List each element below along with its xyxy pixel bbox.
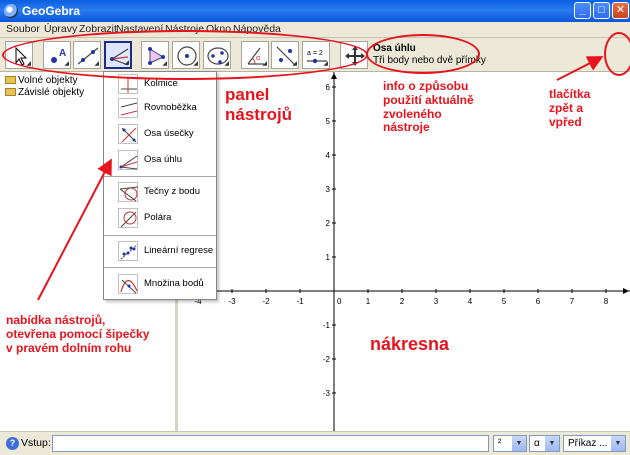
y-tick-label: -3: [323, 389, 331, 398]
annotation-undo-redo: tlačítka zpět a vpřed: [549, 87, 591, 129]
commands-combo[interactable]: Příkaz ... ▼: [563, 435, 626, 452]
tree-item-label: Volné objekty: [18, 75, 78, 86]
x-tick-label: -2: [262, 297, 270, 306]
tool-menu-item-mnozina-bodu[interactable]: Množina bodů: [104, 272, 216, 296]
tool-menu-item-rovnobezka[interactable]: Rovnoběžka: [104, 96, 216, 120]
x-tick-label: 2: [400, 297, 405, 306]
y-tick-label: 6: [326, 83, 331, 92]
close-button[interactable]: ✕: [612, 2, 629, 19]
x-axis-arrow: [623, 288, 629, 294]
greek-combo[interactable]: α ▼: [529, 435, 560, 452]
tool-menu: Kolmice Rovnoběžka Osa úsečky Osa úhlu T…: [103, 71, 217, 300]
tool-menu-item-polara[interactable]: Polára: [104, 206, 216, 230]
y-tick-label: 3: [326, 185, 331, 194]
chevron-down-icon: ▼: [512, 436, 526, 451]
x-tick-label: 0: [337, 297, 342, 306]
tool-menu-label: Tečny z bodu: [144, 186, 200, 197]
tool-menu-label: Osa úhlu: [144, 154, 183, 165]
locus-icon: [118, 274, 138, 294]
input-label: Vstup:: [21, 437, 51, 449]
tree-item-free-objects[interactable]: Volné objekty: [5, 75, 78, 86]
help-icon[interactable]: ?: [6, 437, 19, 450]
x-tick-label: 5: [502, 297, 507, 306]
geogebra-app-icon: [4, 4, 18, 18]
folder-icon: [5, 88, 16, 96]
x-tick-label: 4: [468, 297, 473, 306]
window-title: GeoGebra: [22, 4, 81, 18]
greek-combo-value: α: [534, 438, 540, 449]
x-tick-label: 7: [570, 297, 575, 306]
y-tick-label: 5: [326, 117, 331, 126]
menu-upravy[interactable]: Úpravy: [44, 23, 77, 35]
chevron-down-icon: ▼: [545, 436, 559, 451]
commands-combo-value: Příkaz ...: [568, 438, 608, 449]
title-bar: GeoGebra _ □ ✕: [0, 0, 630, 22]
tree-item-label: Závislé objekty: [18, 87, 85, 98]
y-tick-label: -1: [323, 321, 331, 330]
angle-bisector-icon: [118, 150, 138, 170]
tool-menu-separator: [104, 235, 216, 236]
annotation-panel: panel nástrojů: [225, 85, 293, 124]
regression-icon: [118, 241, 138, 261]
annotation-canvas: nákresna: [370, 334, 450, 354]
maximize-button[interactable]: □: [593, 2, 610, 19]
tool-menu-separator: [104, 176, 216, 177]
tangents-icon: [118, 182, 139, 202]
tool-menu-label: Osa úsečky: [144, 128, 194, 139]
polar-line-icon: [118, 208, 138, 228]
y-tick-label: 1: [326, 253, 331, 262]
tool-menu-item-tecny-z-bodu[interactable]: Tečny z bodu: [104, 180, 216, 204]
menu-soubor[interactable]: Soubor: [6, 23, 40, 35]
tool-menu-label: Polára: [144, 212, 172, 223]
tool-menu-separator: [104, 267, 216, 268]
y-axis-arrow: [331, 73, 337, 79]
perpendicular-bisector-icon: [118, 124, 138, 144]
chevron-down-icon: ▼: [611, 436, 625, 451]
tool-menu-item-linearni-regrese[interactable]: Lineární regrese: [104, 239, 216, 263]
annotation-info: info o způsobu použití aktuálně zvolenéh…: [383, 79, 474, 135]
tool-menu-label: Rovnoběžka: [144, 102, 197, 113]
x-tick-label: 3: [434, 297, 439, 306]
tool-menu-label: Lineární regrese: [144, 245, 214, 256]
symbols-combo[interactable]: ² ▼: [493, 435, 527, 452]
folder-icon: [5, 76, 16, 84]
minimize-button[interactable]: _: [574, 2, 591, 19]
input-bar: ? Vstup: ² ▼ α ▼ Příkaz ... ▼: [0, 431, 630, 455]
annotation-ellipse-help: [366, 34, 480, 74]
x-tick-label: -3: [228, 297, 236, 306]
tool-menu-item-osa-usecky[interactable]: Osa úsečky: [104, 122, 216, 146]
annotation-ellipse-toolbar: [2, 30, 368, 80]
tree-item-dependent-objects[interactable]: Závislé objekty: [5, 87, 84, 98]
tool-menu-item-osa-uhlu[interactable]: Osa úhlu: [104, 148, 216, 172]
symbols-combo-value: ²: [498, 438, 502, 449]
y-tick-label: 4: [326, 151, 331, 160]
x-tick-label: 8: [604, 297, 609, 306]
x-tick-label: -1: [296, 297, 304, 306]
annotation-ellipse-undo: [604, 32, 630, 76]
tool-menu-label: Množina bodů: [144, 278, 204, 289]
x-tick-label: 1: [366, 297, 371, 306]
parallel-icon: [118, 98, 138, 118]
y-tick-label: -2: [323, 355, 331, 364]
input-field[interactable]: [52, 435, 489, 452]
y-tick-label: 2: [326, 219, 331, 228]
x-tick-label: 6: [536, 297, 541, 306]
annotation-menu: nabídka nástrojů, otevřena pomocí šipečk…: [6, 313, 150, 355]
